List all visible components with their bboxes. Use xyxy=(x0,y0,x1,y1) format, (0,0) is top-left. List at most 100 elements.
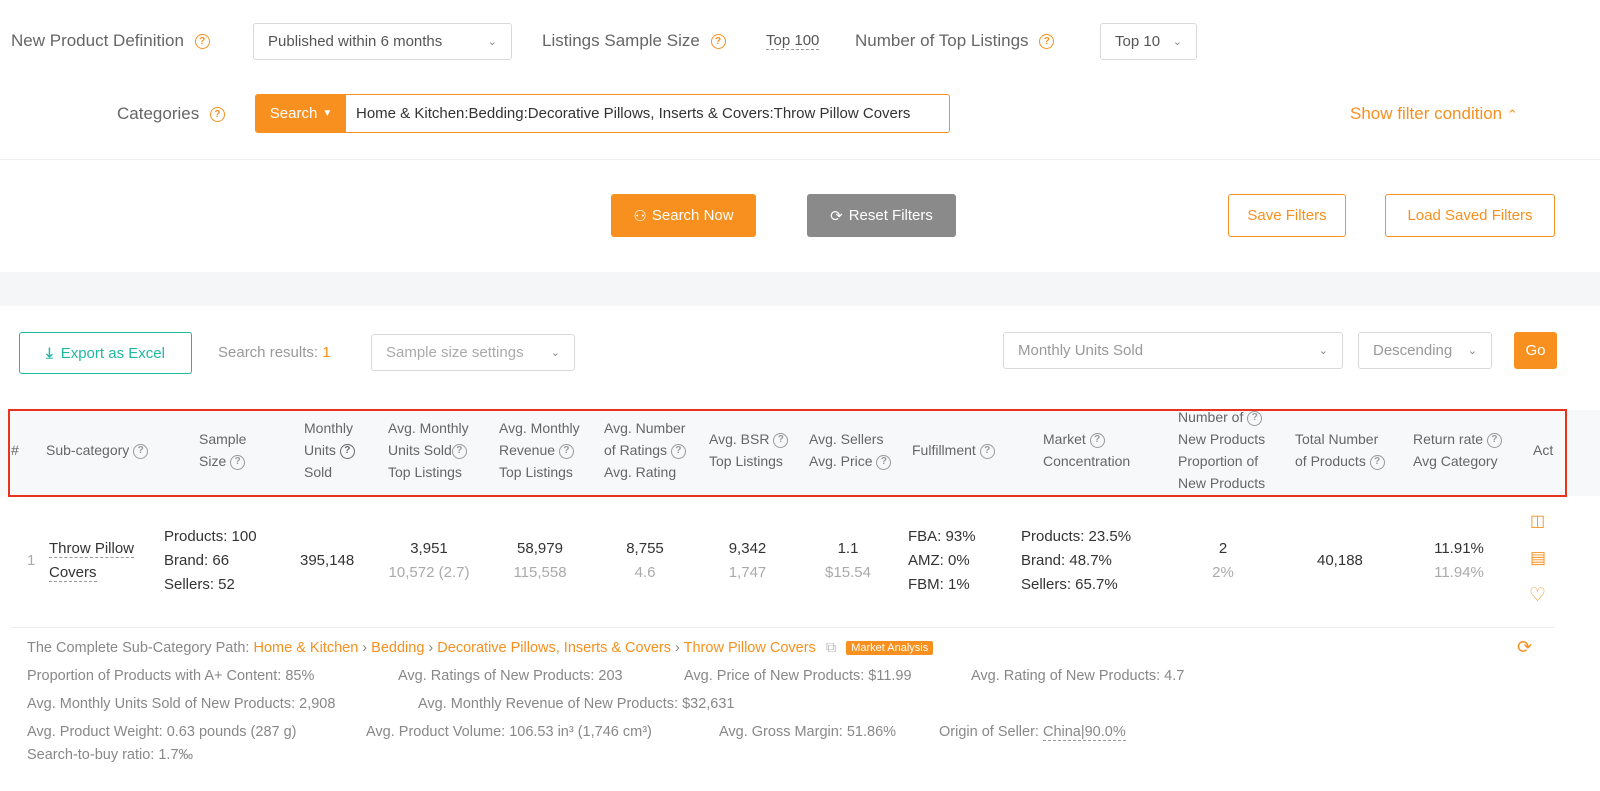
help-icon[interactable]: ? xyxy=(230,454,246,470)
sellers-cell: 1.1 $15.54 xyxy=(825,540,871,581)
revenue-new-products: Avg. Monthly Revenue of New Products: $3… xyxy=(418,696,735,712)
filter-icon: ⚇ xyxy=(633,207,647,225)
sample-size-cell: Products: 100 Brand: 66 Sellers: 52 xyxy=(164,528,257,593)
ratings-cell: 8,755 4.6 xyxy=(626,540,664,581)
chevron-down-icon: ▼ xyxy=(322,108,333,119)
col-market-concentration[interactable]: Market ? Concentration xyxy=(1043,428,1130,472)
col-sample-size[interactable]: Sample Size ? xyxy=(199,428,246,472)
document-icon[interactable]: ▤ xyxy=(1530,548,1546,568)
help-icon[interactable]: ? xyxy=(670,443,686,459)
help-icon[interactable]: ? xyxy=(133,443,149,459)
new-product-select[interactable]: Published within 6 months ⌄ xyxy=(253,23,512,60)
help-icon[interactable]: ? xyxy=(710,34,726,50)
load-saved-filters-button[interactable]: Load Saved Filters xyxy=(1385,194,1555,237)
col-new-products[interactable]: Number of ? New Products Proportion of New … xyxy=(1178,406,1265,494)
chevron-down-icon: ⌄ xyxy=(1318,345,1328,357)
sample-size-label: Listings Sample Size ? xyxy=(542,31,726,51)
refresh-icon[interactable]: ⟳ xyxy=(1517,637,1532,658)
save-filters-button[interactable]: Save Filters xyxy=(1228,194,1346,237)
product-weight: Avg. Product Weight: 0.63 pounds (287 g) xyxy=(27,724,297,740)
divider xyxy=(10,627,1555,628)
share-icon[interactable]: ⧉ xyxy=(826,640,836,656)
go-button[interactable]: Go xyxy=(1514,332,1557,369)
search-mode-dropdown[interactable]: Search ▼ xyxy=(256,95,346,132)
sort-order-select[interactable]: Descending ⌄ xyxy=(1358,332,1492,369)
origin-link[interactable]: China|90.0% xyxy=(1042,724,1126,741)
divider xyxy=(0,159,1600,160)
col-index: # xyxy=(11,442,19,458)
chevron-up-icon: ⌃ xyxy=(1506,107,1518,122)
total-products-cell: 40,188 xyxy=(1317,552,1363,569)
help-icon[interactable]: ? xyxy=(979,443,995,459)
row-index: 1 xyxy=(27,552,36,569)
col-subcategory[interactable]: Sub-category ? xyxy=(46,439,149,461)
path-link[interactable]: Decorative Pillows, Inserts & Covers xyxy=(437,640,671,656)
help-icon[interactable]: ? xyxy=(339,443,355,459)
sort-field-select[interactable]: Monthly Units Sold ⌄ xyxy=(1003,332,1343,369)
sample-size-value[interactable]: Top 100 xyxy=(766,32,820,50)
section-gap xyxy=(0,272,1600,306)
product-volume: Avg. Product Volume: 106.53 in³ (1,746 c… xyxy=(366,724,652,740)
help-icon[interactable]: ? xyxy=(1089,432,1105,448)
help-icon[interactable]: ? xyxy=(773,432,789,448)
help-icon[interactable]: ? xyxy=(558,443,574,459)
subcategory-path: The Complete Sub-Category Path: Home & K… xyxy=(27,640,934,656)
export-excel-button[interactable]: ⤓ Export as Excel xyxy=(19,332,192,374)
col-avg-monthly-units[interactable]: Avg. Monthly Units Sold? Top Listings xyxy=(388,417,469,483)
search-to-buy: Search-to-buy ratio: 1.7‰ xyxy=(27,747,194,763)
market-analysis-badge[interactable]: Market Analysis xyxy=(846,641,934,656)
help-icon[interactable]: ? xyxy=(1486,432,1502,448)
new-products-cell: 2 2% xyxy=(1212,540,1234,581)
aplus-content: Proportion of Products with A+ Content: … xyxy=(27,668,315,684)
ratings-new-products: Avg. Ratings of New Products: 203 xyxy=(398,668,623,684)
heart-icon[interactable]: ♡ xyxy=(1529,584,1546,607)
price-new-products: Avg. Price of New Products: $11.99 xyxy=(684,668,912,684)
help-icon[interactable]: ? xyxy=(1039,34,1055,50)
col-avg-monthly-revenue[interactable]: Avg. Monthly Revenue ? Top Listings xyxy=(499,417,580,483)
help-icon[interactable]: ? xyxy=(876,454,892,470)
help-icon[interactable]: ? xyxy=(1247,410,1263,426)
col-avg-bsr[interactable]: Avg. BSR ? Top Listings xyxy=(709,428,789,472)
chevron-down-icon: ⌄ xyxy=(1172,36,1182,48)
top-listings-label: Number of Top Listings ? xyxy=(855,31,1055,51)
col-avg-ratings[interactable]: Avg. Number of Ratings ? Avg. Rating xyxy=(604,417,686,483)
avg-units-cell: 3,951 10,572 (2.7) xyxy=(388,540,470,581)
col-total-products[interactable]: Total Number of Products ? xyxy=(1295,428,1385,472)
gross-margin: Avg. Gross Margin: 51.86% xyxy=(719,724,897,740)
col-avg-sellers[interactable]: Avg. Sellers Avg. Price ? xyxy=(809,428,892,472)
col-monthly-units[interactable]: Monthly Units ? Sold xyxy=(304,417,355,483)
col-fulfillment[interactable]: Fulfillment ? xyxy=(912,439,995,461)
help-icon[interactable]: ? xyxy=(194,34,210,50)
category-search: Search ▼ Home & Kitchen:Bedding:Decorativ… xyxy=(255,94,950,133)
market-concentration-cell: Products: 23.5% Brand: 48.7% Sellers: 65.7… xyxy=(1021,528,1132,593)
col-actions: Act xyxy=(1533,442,1554,458)
subcategory-link[interactable]: Throw Pillow Covers xyxy=(49,537,135,585)
fulfillment-cell: FBA: 93% AMZ: 0% FBM: 1% xyxy=(908,528,976,593)
units-new-products: Avg. Monthly Units Sold of New Products:… xyxy=(27,696,336,712)
show-filter-toggle[interactable]: Show filter condition ⌃ xyxy=(1350,104,1518,124)
path-link[interactable]: Home & Kitchen xyxy=(253,640,358,656)
chevron-down-icon: ⌄ xyxy=(487,36,497,48)
download-icon: ⤓ xyxy=(46,344,53,362)
refresh-icon: ⟳ xyxy=(830,207,843,225)
chevron-down-icon: ⌄ xyxy=(1467,345,1477,357)
monthly-units-cell: 395,148 xyxy=(300,552,355,569)
path-link[interactable]: Bedding xyxy=(371,640,424,656)
categories-label: Categories ? xyxy=(117,104,225,124)
chevron-down-icon: ⌄ xyxy=(550,347,560,359)
help-icon[interactable]: ? xyxy=(451,443,467,459)
path-link[interactable]: Throw Pillow Covers xyxy=(684,640,816,656)
search-now-button[interactable]: ⚇ Search Now xyxy=(611,194,756,237)
category-input[interactable]: Home & Kitchen:Bedding:Decorative Pillow… xyxy=(346,95,949,132)
avg-revenue-cell: 58,979 115,558 xyxy=(513,540,567,581)
help-icon[interactable]: ? xyxy=(209,107,225,123)
col-return-rate[interactable]: Return rate ? Avg Category xyxy=(1413,428,1502,472)
help-icon[interactable]: ? xyxy=(1369,454,1385,470)
reset-filters-button[interactable]: ⟳ Reset Filters xyxy=(807,194,956,237)
return-rate-cell: 11.91% 11.94% xyxy=(1434,540,1484,581)
new-product-label: New Product Definition ? xyxy=(11,31,210,51)
search-results: Search results: 1 xyxy=(218,344,331,361)
sample-size-settings-select[interactable]: Sample size settings ⌄ xyxy=(371,334,575,371)
top-listings-select[interactable]: Top 10 ⌄ xyxy=(1100,23,1197,60)
bar-chart-icon[interactable]: ◫ xyxy=(1530,511,1545,531)
